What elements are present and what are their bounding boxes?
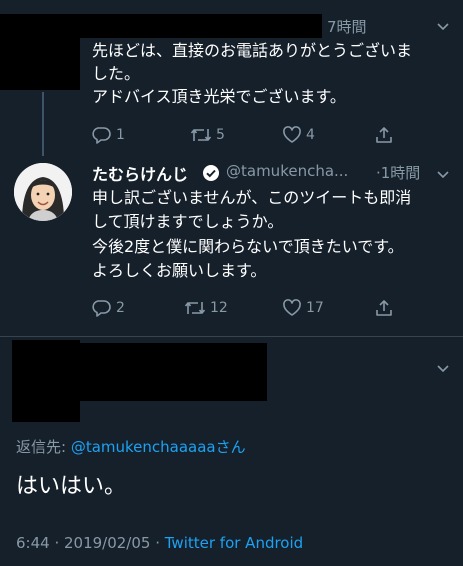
- retweet-count: 12: [210, 300, 228, 316]
- share-icon: [376, 127, 392, 143]
- retweet-icon: [184, 302, 206, 314]
- redacted-avatar: [0, 14, 80, 90]
- tweet2-time[interactable]: ·1時間: [376, 162, 420, 183]
- avatar[interactable]: [14, 163, 72, 221]
- thread-line: [42, 92, 44, 156]
- tweet2-line-2: して頂けますでしょうか。: [92, 212, 284, 231]
- tweet3-meta: 6:44 · 2019/02/05 · Twitter for Android: [16, 534, 303, 552]
- tweet1-line-1: 先ほどは、直接のお電話ありがとうございま: [92, 41, 413, 60]
- tweet3-body: はいはい。: [16, 474, 127, 499]
- chevron-down-icon[interactable]: [435, 166, 451, 182]
- divider: [0, 336, 463, 337]
- reply-button[interactable]: 1: [92, 125, 125, 145]
- source-link[interactable]: Twitter for Android: [165, 534, 303, 552]
- tweet2-line-4: よろしくお願いします。: [92, 261, 267, 280]
- retweet-icon: [190, 129, 212, 141]
- like-icon: [283, 126, 301, 143]
- reply-button[interactable]: 2: [92, 298, 125, 318]
- reply-suffix: さん: [215, 438, 246, 456]
- redacted-user-name: [12, 343, 267, 401]
- like-count: 17: [306, 300, 324, 316]
- like-icon: [283, 299, 301, 316]
- reply-icon: [92, 127, 111, 144]
- verified-badge-icon: [203, 165, 219, 181]
- share-button[interactable]: [374, 125, 394, 145]
- reply-count: 1: [116, 127, 125, 143]
- tweet1-line-3: アドバイス頂き光栄でございます。: [92, 87, 346, 106]
- tweet1-line-2: した。: [92, 64, 141, 83]
- timestamp: 6:44 · 2019/02/05 ·: [16, 534, 165, 552]
- tweet2-line-3: 今後2度と僕に関わらないで頂きたいです。: [92, 237, 404, 256]
- chevron-down-icon[interactable]: [435, 18, 451, 34]
- reply-icon: [92, 300, 111, 317]
- like-count: 4: [306, 127, 315, 143]
- retweet-button[interactable]: 5: [190, 125, 225, 145]
- retweet-button[interactable]: 12: [184, 298, 228, 318]
- like-button[interactable]: 17: [282, 298, 324, 318]
- reply-prefix: 返信先:: [16, 438, 71, 456]
- display-name[interactable]: たむらけんじ: [92, 161, 188, 185]
- like-button[interactable]: 4: [282, 125, 315, 145]
- tweet2-line-1: 申し訳ございませんが、このツイートも即消: [92, 188, 412, 207]
- tweet1-time[interactable]: 7時間: [327, 16, 367, 37]
- handle[interactable]: @tamukencha...: [226, 162, 348, 180]
- share-button[interactable]: [374, 298, 394, 318]
- retweet-count: 5: [216, 127, 225, 143]
- reply-count: 2: [116, 300, 125, 316]
- share-icon: [376, 300, 392, 316]
- chevron-down-icon[interactable]: [435, 360, 451, 376]
- reply-context: 返信先: @tamukenchaaaaaさん: [16, 436, 246, 457]
- reply-handle-link[interactable]: @tamukenchaaaaa: [71, 438, 216, 456]
